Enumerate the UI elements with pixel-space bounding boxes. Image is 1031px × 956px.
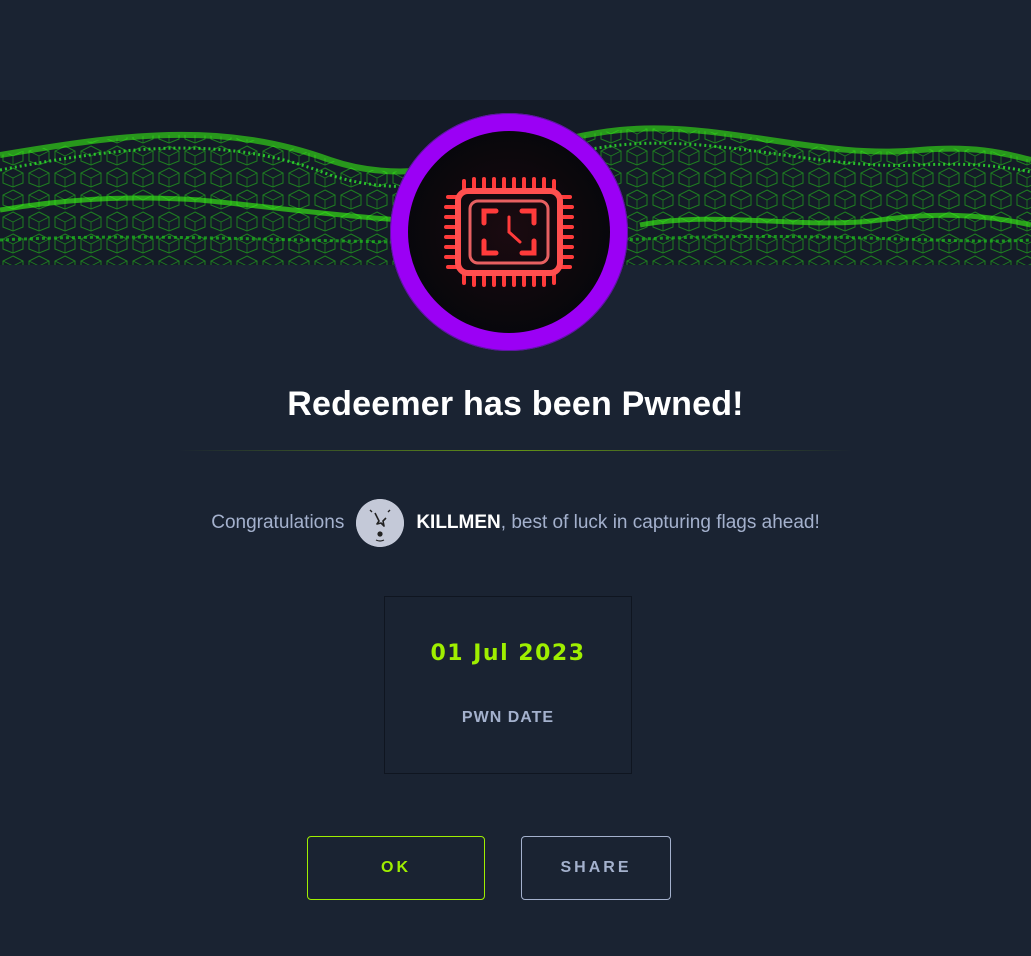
congrats-prefix: Congratulations (211, 512, 345, 533)
machine-avatar (408, 131, 610, 333)
pwned-title: Redeemer has been Pwned! (287, 385, 744, 423)
congratulations-message: Congratulations KILLMEN , best of luck i… (0, 499, 1031, 547)
username: KILLMEN (416, 512, 501, 533)
ok-button[interactable]: OK (307, 836, 485, 900)
pwn-date-value: 01 Jul 2023 (430, 641, 586, 666)
user-avatar (356, 499, 405, 547)
user-avatar-image (356, 499, 405, 547)
pwn-date-card: 01 Jul 2023 PWN DATE (384, 596, 632, 774)
congrats-suffix: , best of luck in capturing flags ahead! (500, 512, 820, 533)
cpu-clock-icon (444, 177, 574, 287)
pwn-date-label: PWN DATE (461, 709, 555, 726)
share-button[interactable]: SHARE (521, 836, 671, 900)
machine-badge (390, 113, 628, 351)
title-divider (178, 450, 853, 451)
